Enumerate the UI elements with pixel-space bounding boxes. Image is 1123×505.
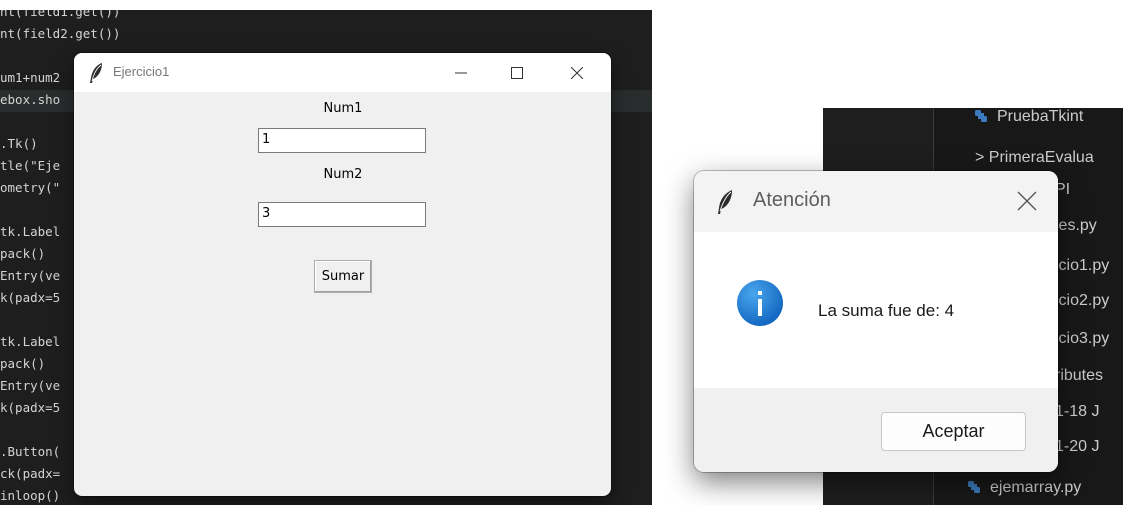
num2-input[interactable]: 3	[258, 202, 426, 227]
num2-label: Num2	[323, 167, 363, 182]
code-line: ebox.sho	[0, 92, 61, 107]
explorer-item[interactable]: > PrimeraEvalua	[975, 146, 1094, 170]
code-line: tk.Label	[0, 224, 61, 239]
close-icon	[571, 67, 583, 79]
dialog-message: La suma fue de: 4	[818, 301, 955, 320]
tk-feather-icon	[90, 63, 102, 83]
ejercicio1-window: Ejercicio1 Num1 1 Num2 3 Sumar	[74, 53, 611, 496]
explorer-item[interactable]: icio3.py	[1055, 327, 1109, 351]
code-line: ck(padx=	[0, 466, 61, 481]
minimize-button[interactable]	[438, 53, 484, 92]
code-line: pack()	[0, 246, 46, 261]
minimize-icon	[455, 72, 467, 74]
code-line: k(padx=5	[0, 290, 61, 305]
dialog-title: Atención	[753, 189, 831, 211]
python-icon	[975, 110, 987, 122]
code-line: ometry("	[0, 180, 61, 195]
code-line: .Button(	[0, 444, 61, 459]
code-line: .Tk()	[0, 136, 38, 151]
code-line: um1+num2	[0, 70, 61, 85]
num1-label: Num1	[323, 101, 363, 116]
maximize-button[interactable]	[494, 53, 540, 92]
explorer-item[interactable]: ributes	[1055, 364, 1103, 388]
explorer-item[interactable]: ejemarray.py	[968, 476, 1081, 500]
explorer-item-label: PruebaTkint	[997, 108, 1084, 125]
code-line: pack()	[0, 356, 46, 371]
aceptar-button[interactable]: Aceptar	[881, 412, 1026, 451]
code-line: Entry(ve	[0, 268, 61, 283]
code-line: nt(field1.get())	[0, 10, 121, 19]
info-icon	[737, 280, 783, 326]
code-line: Entry(ve	[0, 378, 61, 393]
explorer-item[interactable]: 1-18 J	[1055, 400, 1099, 424]
window-titlebar[interactable]: Ejercicio1	[74, 53, 611, 92]
code-line: tk.Label	[0, 334, 61, 349]
python-icon	[968, 481, 980, 493]
maximize-icon	[511, 67, 523, 79]
code-line: nt(field2.get())	[0, 26, 121, 41]
code-line: k(padx=5	[0, 400, 61, 415]
close-icon	[1017, 191, 1037, 211]
dialog-close-button[interactable]	[1012, 186, 1042, 216]
close-button[interactable]	[554, 53, 600, 92]
explorer-item[interactable]: ies.py	[1055, 214, 1097, 238]
explorer-item[interactable]: icio2.py	[1055, 289, 1109, 313]
explorer-item[interactable]: icio1.py	[1055, 254, 1109, 278]
explorer-item[interactable]: 1-20 J	[1055, 435, 1099, 459]
sumar-button[interactable]: Sumar	[314, 260, 372, 293]
num1-input[interactable]: 1	[258, 128, 426, 153]
tk-feather-icon	[718, 190, 732, 214]
explorer-item[interactable]: PruebaTkint	[975, 108, 1083, 129]
atencion-dialog: Atención La suma fue de: 4 Aceptar	[694, 171, 1058, 472]
code-line: tle("Eje	[0, 158, 61, 173]
window-title: Ejercicio1	[113, 64, 170, 79]
explorer-item-label: ejemarray.py	[990, 479, 1082, 496]
code-line: inloop()	[0, 488, 61, 503]
dialog-titlebar[interactable]	[694, 171, 1058, 232]
